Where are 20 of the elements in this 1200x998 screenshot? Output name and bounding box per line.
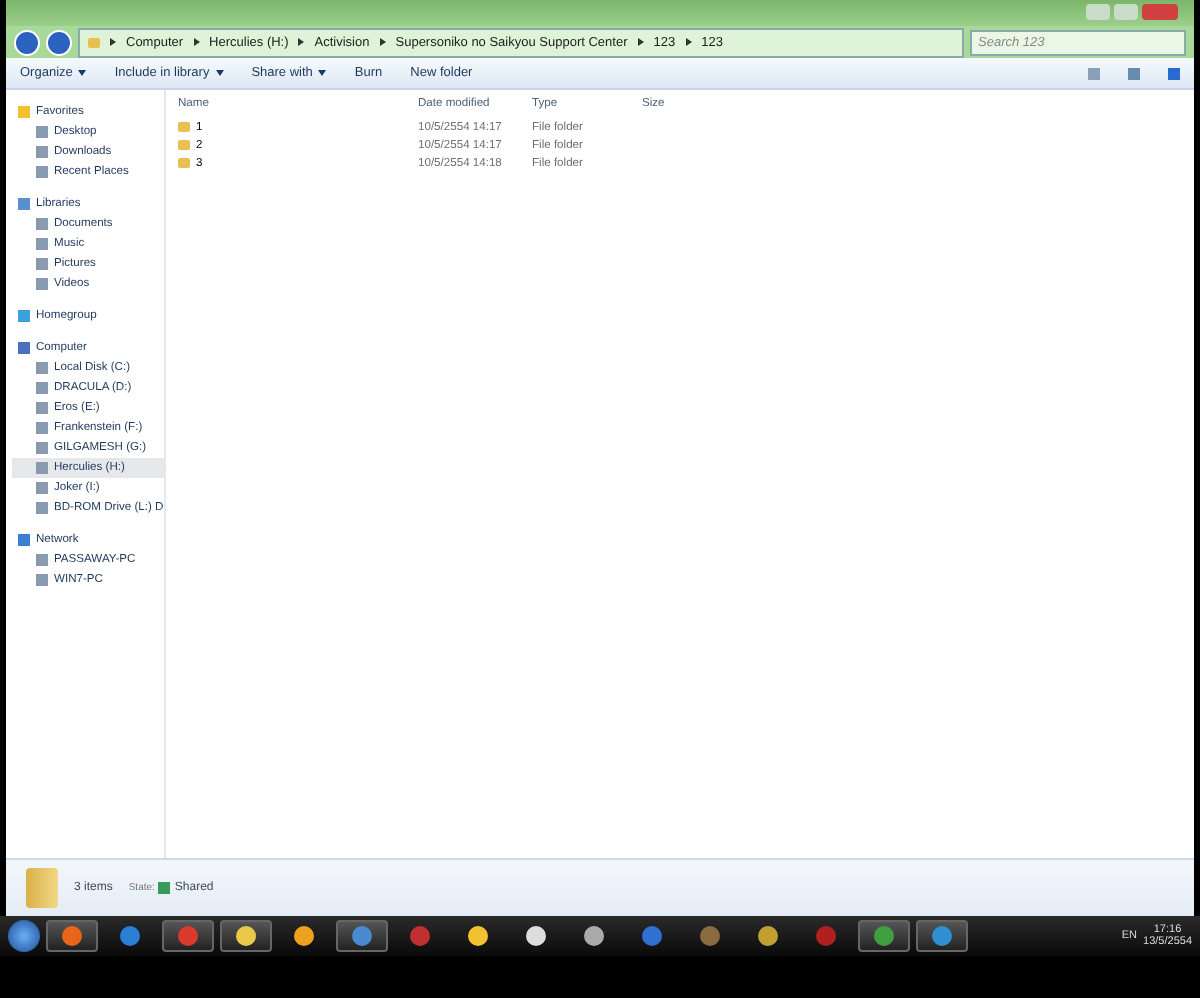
chevron-icon [379,38,386,46]
folder-icon [26,868,58,908]
forward-button[interactable] [46,29,72,55]
preview-pane-icon[interactable] [1128,67,1140,79]
chevron-icon [110,38,116,46]
taskbar-button[interactable] [220,920,272,952]
group-icon [18,106,30,118]
help-icon[interactable] [1168,67,1180,79]
group-icon [18,342,30,354]
chevron-icon [298,38,305,46]
back-button[interactable] [14,29,40,55]
group-icon [18,198,30,210]
start-button[interactable] [8,920,40,952]
chevron-icon [193,38,200,46]
group-icon [18,310,30,322]
shared-icon [158,882,171,894]
chevron-icon [685,38,692,46]
folder-icon [88,37,100,47]
group-icon [18,534,30,546]
chevron-icon [637,38,644,46]
